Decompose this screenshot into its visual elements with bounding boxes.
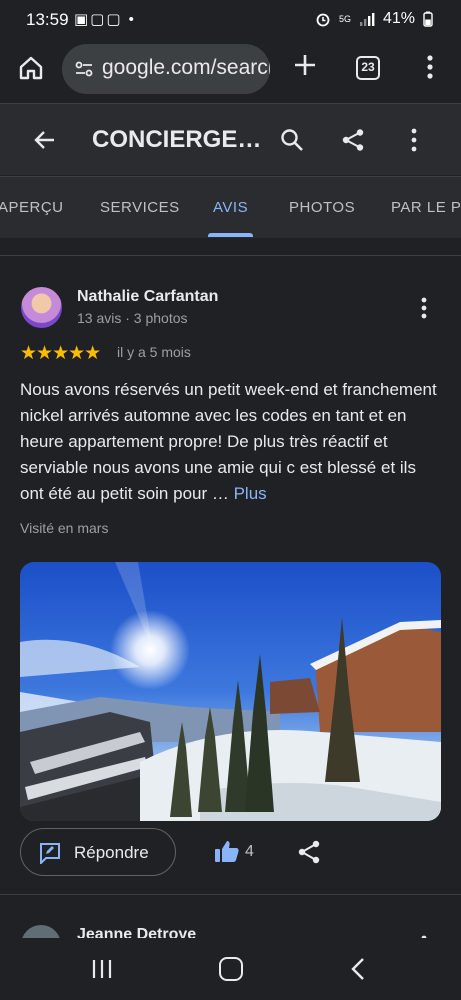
place-header: CONCIERGE…	[0, 103, 461, 175]
home-button-icon[interactable]	[219, 957, 243, 981]
tab-services[interactable]: SERVICES	[100, 199, 180, 216]
star-rating: ★★★★★	[20, 343, 101, 364]
avatar[interactable]	[21, 287, 62, 328]
status-right: 5G 41%	[315, 10, 433, 28]
reviewer-name[interactable]: Nathalie Carfantan	[77, 288, 218, 306]
share-icon[interactable]	[341, 128, 365, 152]
review-body: Nous avons réservés un petit week-end et…	[20, 380, 437, 503]
share-icon[interactable]	[298, 840, 320, 864]
review-more-icon[interactable]	[416, 296, 432, 320]
reply-button[interactable]: Répondre	[20, 828, 176, 876]
notification-icons: ▣▢▢ •	[74, 11, 136, 28]
network-type: 5G	[338, 13, 351, 24]
system-nav-bar	[0, 938, 461, 1000]
back-icon[interactable]	[350, 957, 366, 981]
site-settings-icon[interactable]	[74, 59, 94, 79]
active-tab-indicator	[208, 233, 253, 237]
review-time: il y a 5 mois	[117, 344, 191, 360]
tab-photos[interactable]: PHOTOS	[289, 199, 355, 216]
tab-par-le-proprietaire[interactable]: PAR LE PROPRIÉTAIRE	[391, 199, 461, 216]
new-tab-icon[interactable]	[293, 53, 317, 77]
more-vert-icon[interactable]	[418, 54, 442, 80]
reviewer-meta: 13 avis · 3 photos	[77, 310, 188, 326]
address-bar[interactable]: google.com/search	[62, 44, 270, 94]
reply-label: Répondre	[74, 843, 149, 862]
reply-edit-icon	[40, 843, 60, 864]
review-text: Nous avons réservés un petit week-end et…	[20, 377, 440, 507]
back-arrow-icon[interactable]	[33, 128, 57, 152]
status-time: 13:59	[26, 10, 69, 29]
thumbs-up-icon[interactable]	[214, 839, 240, 863]
home-icon[interactable]	[18, 55, 44, 81]
tab-apercu[interactable]: APERÇU	[0, 199, 64, 216]
browser-toolbar: google.com/search 23	[0, 40, 461, 102]
like-count: 4	[245, 843, 254, 860]
visited-date: Visité en mars	[20, 520, 109, 536]
read-more-link[interactable]: Plus	[234, 484, 267, 503]
recent-apps-icon[interactable]	[91, 959, 113, 979]
tab-bar: APERÇU SERVICES AVIS PHOTOS PAR LE PROPR…	[0, 176, 461, 238]
review-photo[interactable]	[20, 562, 441, 821]
search-icon[interactable]	[280, 128, 304, 152]
tab-switcher-button[interactable]: 23	[356, 56, 380, 80]
alarm-icon	[316, 13, 330, 27]
signal-icon	[359, 13, 375, 26]
more-vert-icon[interactable]	[404, 128, 424, 152]
status-bar: 13:59 ▣▢▢ • 5G 41%	[0, 0, 461, 40]
url-text[interactable]: google.com/search	[102, 56, 270, 80]
divider	[0, 894, 461, 895]
battery-percent: 41%	[382, 10, 415, 27]
battery-icon	[423, 11, 433, 27]
page-title: CONCIERGE…	[92, 126, 262, 153]
tab-avis[interactable]: AVIS	[213, 199, 248, 216]
divider	[0, 255, 461, 256]
